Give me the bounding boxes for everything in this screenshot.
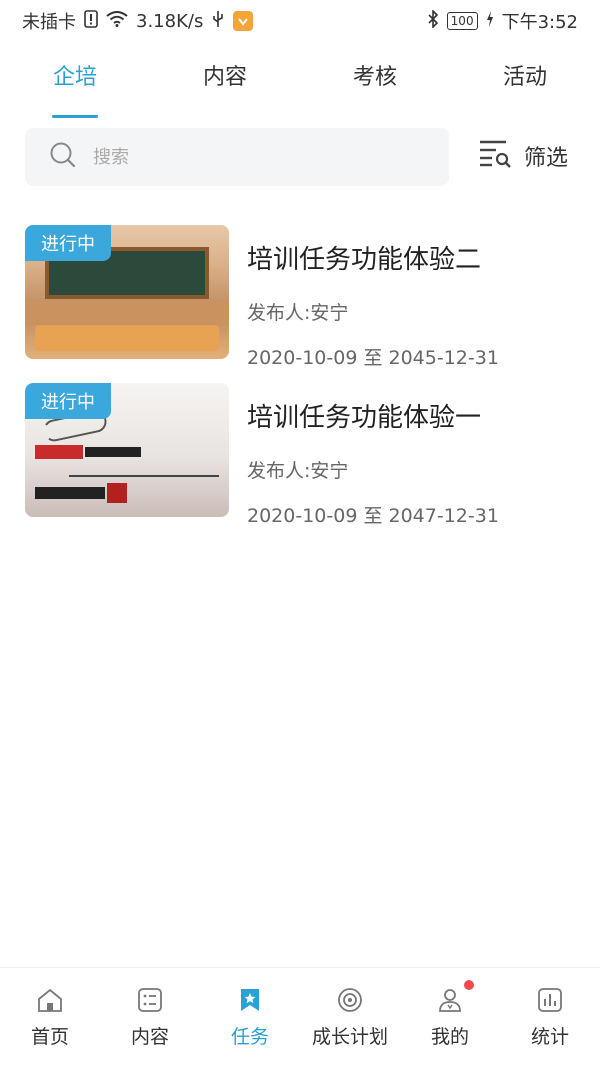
content-icon: [136, 986, 164, 1014]
tab-qipei[interactable]: 企培: [0, 58, 150, 118]
carrier-text: 未插卡: [22, 12, 76, 33]
task-card[interactable]: 进行中 培训任务功能体验一 发布人:安宁 2020-10-09 至 2047-1…: [25, 383, 585, 527]
tab-label: 内容: [202, 65, 247, 90]
status-bar: 未插卡 3.18K/s 100 下午3:52: [0, 0, 600, 42]
nav-label: 首页: [30, 1026, 69, 1048]
nav-label: 统计: [530, 1026, 569, 1048]
task-date: 2020-10-09 至 2047-12-31: [247, 505, 499, 527]
task-title: 培训任务功能体验一: [247, 403, 482, 433]
status-left: 未插卡 3.18K/s: [22, 8, 254, 34]
filter-icon: [478, 138, 512, 174]
home-icon: [36, 986, 64, 1014]
tab-label: 企培: [52, 65, 97, 90]
top-tabs: 企培 内容 考核 活动: [0, 58, 600, 118]
profile-icon: [436, 986, 464, 1014]
status-right: 100 下午3:52: [427, 8, 578, 34]
tab-label: 考核: [352, 65, 397, 90]
nav-growth-plan[interactable]: 成长计划: [300, 968, 400, 1067]
nav-label: 内容: [130, 1026, 169, 1048]
nav-profile[interactable]: 我的: [400, 968, 500, 1067]
sim-alert-icon: [84, 10, 98, 32]
tab-exam[interactable]: 考核: [300, 58, 450, 118]
task-info: 培训任务功能体验二 发布人:安宁 2020-10-09 至 2045-12-31: [247, 225, 499, 369]
status-badge: 进行中: [25, 383, 111, 419]
bottom-nav: 首页 内容 任务 成长计划 我的 统计: [0, 967, 600, 1067]
filter-label: 筛选: [524, 146, 569, 171]
status-badge: 进行中: [25, 225, 111, 261]
clock: 下午3:52: [501, 12, 578, 33]
nav-label: 成长计划: [311, 1026, 388, 1048]
task-info: 培训任务功能体验一 发布人:安宁 2020-10-09 至 2047-12-31: [247, 383, 499, 527]
notification-dot: [464, 980, 474, 990]
nav-label: 我的: [430, 1026, 469, 1048]
task-publisher: 发布人:安宁: [247, 460, 349, 482]
wifi-icon: [106, 11, 128, 31]
nav-label: 任务: [230, 1026, 269, 1048]
task-date: 2020-10-09 至 2045-12-31: [247, 347, 499, 369]
nav-content[interactable]: 内容: [100, 968, 200, 1067]
bluetooth-icon: [427, 9, 439, 32]
task-card[interactable]: 进行中 培训任务功能体验二 发布人:安宁 2020-10-09 至 2045-1…: [25, 225, 585, 369]
nav-task[interactable]: 任务: [200, 968, 300, 1067]
search-icon: [49, 141, 77, 173]
filter-button[interactable]: 筛选: [478, 138, 568, 174]
task-thumbnail: 进行中: [25, 225, 229, 359]
network-speed: 3.18K/s: [136, 10, 204, 32]
battery-indicator: 100: [446, 12, 478, 30]
task-thumbnail: 进行中: [25, 383, 229, 517]
tab-activity[interactable]: 活动: [450, 58, 600, 118]
app-notification-icon: [233, 11, 254, 31]
search-bar[interactable]: [25, 128, 449, 186]
nav-home[interactable]: 首页: [0, 968, 100, 1067]
task-icon: [236, 986, 264, 1014]
target-icon: [336, 986, 364, 1014]
charging-icon: [486, 11, 494, 31]
tab-label: 活动: [502, 65, 547, 90]
stats-icon: [536, 986, 564, 1014]
tab-content[interactable]: 内容: [150, 58, 300, 118]
nav-stats[interactable]: 统计: [500, 968, 600, 1067]
task-title: 培训任务功能体验二: [247, 245, 482, 275]
search-input[interactable]: [91, 145, 395, 169]
usb-icon: [211, 10, 225, 32]
task-publisher: 发布人:安宁: [247, 302, 349, 324]
